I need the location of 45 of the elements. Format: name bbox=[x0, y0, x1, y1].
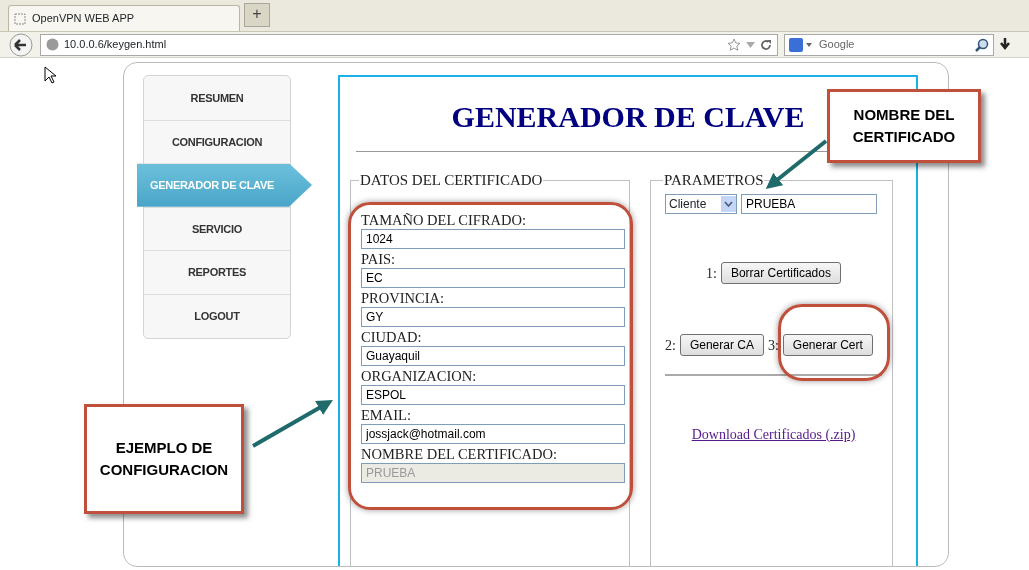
callout-box: EJEMPLO DE CONFIGURACION bbox=[84, 404, 244, 514]
star-icon[interactable] bbox=[727, 37, 741, 52]
type-select[interactable]: Cliente bbox=[665, 194, 737, 214]
field-label: PROVINCIA: bbox=[361, 290, 445, 307]
download-link[interactable]: Download Certificados (.zip) bbox=[691, 427, 856, 442]
globe-icon bbox=[46, 38, 59, 51]
mouse-cursor-icon bbox=[44, 66, 56, 84]
action-button[interactable]: Generar Cert bbox=[782, 334, 873, 356]
arrow bbox=[765, 139, 828, 189]
field-label: TAMAÑO DEL CIFRADO: bbox=[361, 212, 528, 229]
menu-item[interactable]: CONFIGURACION bbox=[144, 119, 290, 164]
reload-icon[interactable] bbox=[760, 38, 772, 51]
field-label: PAIS: bbox=[361, 251, 397, 268]
field-label: CIUDAD: bbox=[361, 329, 423, 346]
action-button[interactable]: Generar CA bbox=[679, 334, 764, 356]
back-icon[interactable] bbox=[8, 32, 34, 57]
menu-item[interactable]: LOGOUT bbox=[144, 293, 290, 338]
search-bar[interactable]: Google bbox=[784, 33, 994, 56]
new-tab-button[interactable]: + bbox=[244, 3, 270, 27]
page-icon bbox=[14, 12, 26, 25]
search-icon[interactable] bbox=[975, 37, 989, 52]
menu-item[interactable]: RESUMEN bbox=[144, 76, 290, 120]
caret-icon bbox=[721, 196, 736, 212]
page-title: GENERADOR DE CLAVE bbox=[451, 99, 805, 135]
step-number: 2: bbox=[665, 336, 676, 355]
text-input[interactable]: 1024 bbox=[361, 229, 625, 249]
address-bar[interactable]: 10.0.0.6/keygen.html bbox=[40, 33, 778, 56]
field-label: NOMBRE DEL CERTIFICADO: bbox=[361, 446, 558, 463]
callout-box: NOMBRE DEL CERTIFICADO bbox=[827, 89, 981, 163]
menu-item[interactable]: REPORTES bbox=[144, 250, 290, 294]
action-button[interactable]: Borrar Certificados bbox=[720, 262, 841, 284]
text-input[interactable]: GY bbox=[361, 307, 625, 327]
field-label: EMAIL: bbox=[361, 407, 412, 424]
field-label: ORGANIZACION: bbox=[361, 368, 478, 385]
step-number: 1: bbox=[706, 264, 717, 283]
download-icon[interactable] bbox=[1000, 37, 1010, 52]
text-input[interactable]: Guayaquil bbox=[361, 346, 625, 366]
text-input[interactable]: ESPOL bbox=[361, 385, 625, 405]
text-input[interactable]: jossjack@hotmail.com bbox=[361, 424, 625, 444]
menu-item[interactable]: SERVICIO bbox=[144, 206, 290, 251]
name-input[interactable]: PRUEBA bbox=[741, 194, 877, 214]
step-number: 3: bbox=[767, 336, 779, 355]
browser-tab[interactable]: OpenVPN WEB APP bbox=[8, 5, 240, 31]
text-input[interactable]: EC bbox=[361, 268, 625, 288]
search-engine-icon[interactable] bbox=[789, 37, 813, 52]
